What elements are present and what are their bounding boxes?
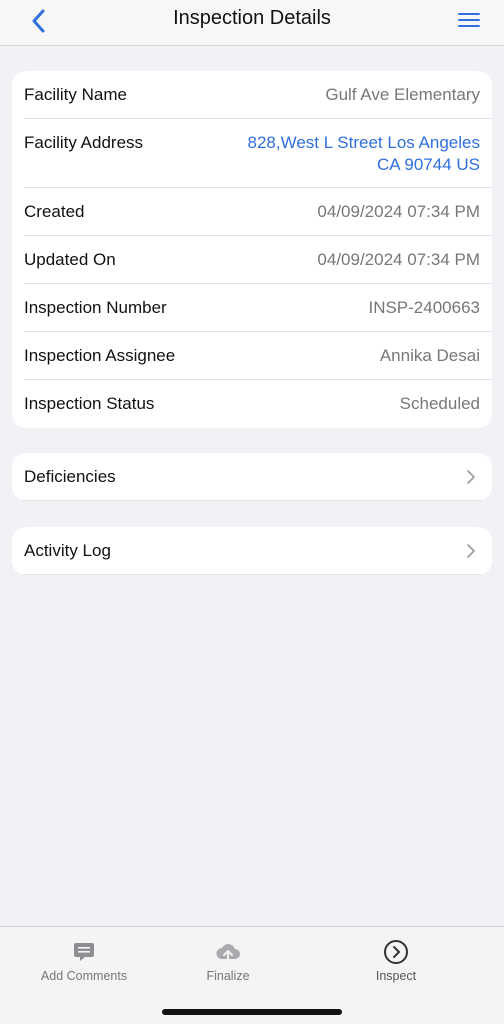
detail-value: Gulf Ave Elementary bbox=[325, 85, 480, 104]
activity-log-row[interactable]: Activity Log bbox=[12, 527, 492, 575]
detail-label: Created bbox=[24, 202, 85, 221]
deficiencies-label: Deficiencies bbox=[24, 467, 116, 486]
inspect-label: Inspect bbox=[375, 969, 417, 983]
detail-label: Facility Address bbox=[24, 133, 144, 152]
detail-value: 04/09/2024 07:34 PM bbox=[317, 202, 480, 221]
home-indicator[interactable] bbox=[162, 1009, 342, 1015]
detail-row-facility-address: Facility Address 828,West L Street Los A… bbox=[12, 119, 492, 188]
detail-label: Inspection Number bbox=[24, 298, 167, 317]
detail-row-facility-name: Facility Name Gulf Ave Elementary bbox=[12, 71, 492, 119]
detail-value: INSP-2400663 bbox=[368, 298, 480, 317]
chevron-right-icon bbox=[467, 544, 475, 558]
detail-row-inspection-number: Inspection Number INSP-2400663 bbox=[12, 284, 492, 332]
activity-log-row-content: Activity Log bbox=[12, 527, 492, 575]
divider bbox=[12, 574, 492, 575]
detail-row-inspection-status: Inspection Status Scheduled bbox=[12, 380, 492, 428]
navigation-bar: Inspection Details bbox=[0, 0, 504, 46]
detail-row-created: Created 04/09/2024 07:34 PM bbox=[12, 188, 492, 236]
activity-log-label: Activity Log bbox=[24, 541, 111, 560]
detail-row-inspection-assignee: Inspection Assignee Annika Desai bbox=[12, 332, 492, 380]
detail-value: Annika Desai bbox=[379, 346, 480, 365]
deficiencies-row-content: Deficiencies bbox=[12, 453, 492, 501]
detail-label: Inspection Assignee bbox=[24, 346, 176, 365]
inspect-button[interactable]: Inspect bbox=[336, 939, 456, 983]
finalize-label: Finalize bbox=[206, 969, 250, 983]
inspection-details-card: Facility Name Gulf Ave Elementary Facili… bbox=[12, 71, 492, 428]
comment-icon bbox=[71, 939, 97, 965]
address-line-2: CA 90744 US bbox=[376, 155, 480, 174]
finalize-button[interactable]: Finalize bbox=[168, 939, 288, 983]
deficiencies-row[interactable]: Deficiencies bbox=[12, 453, 492, 501]
detail-label: Inspection Status bbox=[24, 394, 155, 413]
detail-value: 04/09/2024 07:34 PM bbox=[317, 250, 480, 269]
detail-value: Scheduled bbox=[399, 394, 480, 413]
chevron-right-icon bbox=[467, 470, 475, 484]
detail-label: Updated On bbox=[24, 250, 116, 269]
circle-chevron-right-icon bbox=[383, 939, 409, 965]
page-title: Inspection Details bbox=[173, 7, 331, 29]
add-comments-button[interactable]: Add Comments bbox=[24, 939, 144, 983]
detail-row-updated-on: Updated On 04/09/2024 07:34 PM bbox=[12, 236, 492, 284]
menu-button[interactable] bbox=[456, 8, 482, 32]
add-comments-label: Add Comments bbox=[40, 969, 128, 983]
address-line-1: 828,West L Street Los Angeles bbox=[247, 133, 480, 152]
divider bbox=[12, 500, 492, 501]
hamburger-menu-icon bbox=[458, 13, 480, 27]
facility-address-link[interactable]: 828,West L Street Los Angeles CA 90744 U… bbox=[248, 132, 480, 176]
cloud-upload-icon bbox=[215, 939, 241, 965]
detail-label: Facility Name bbox=[24, 85, 127, 104]
